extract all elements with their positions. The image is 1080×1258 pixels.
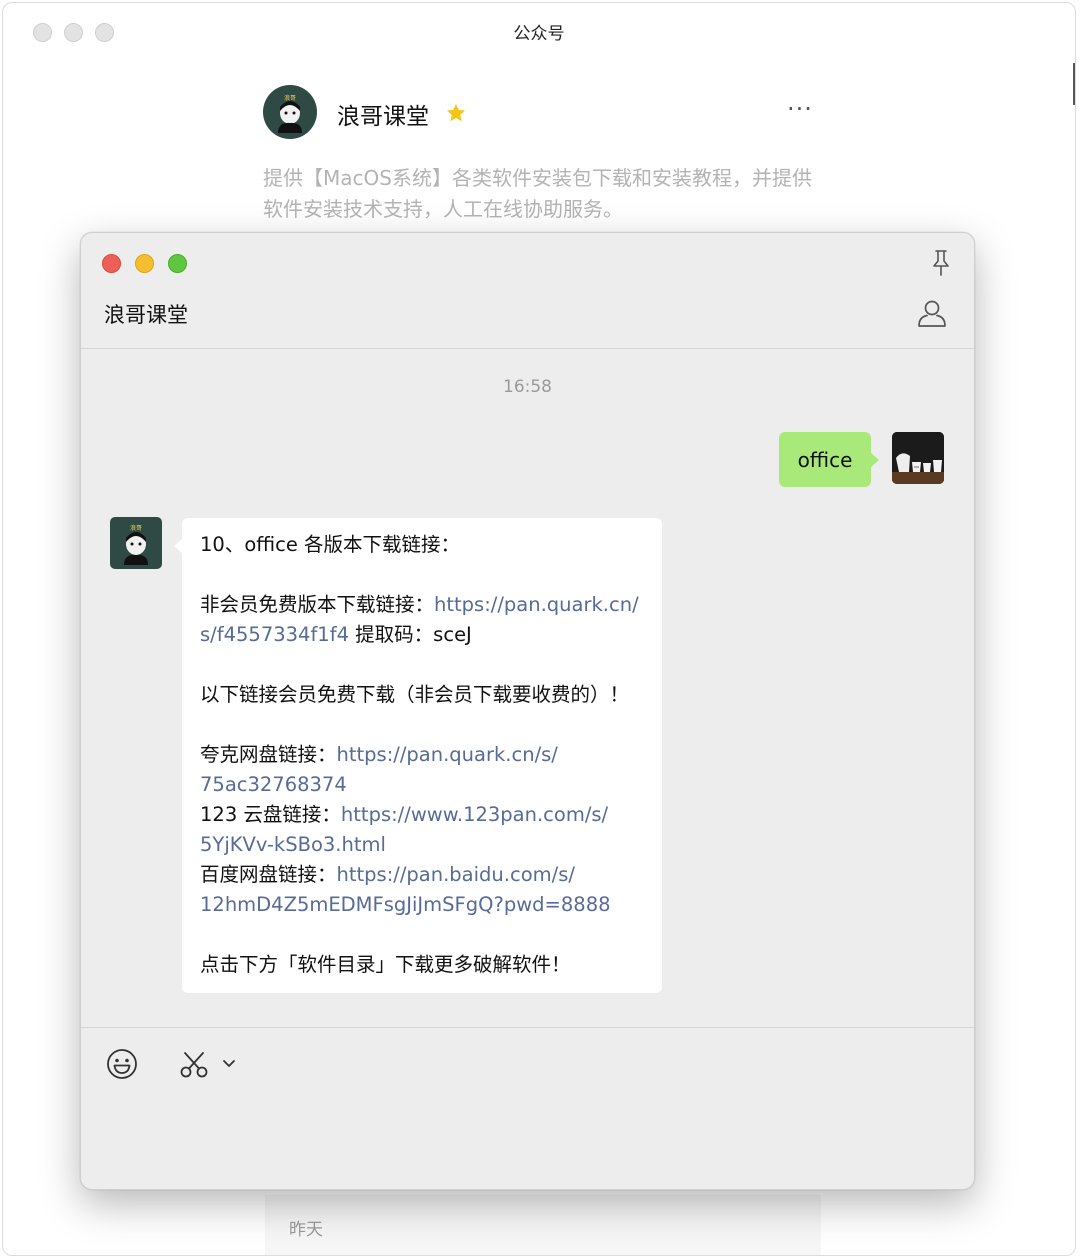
baidu-line-2: 12hmD4Z5mEDMFsgJiJmSFgQ?pwd=8888	[200, 890, 644, 920]
zoom-button[interactable]	[168, 254, 187, 273]
account-description: 提供【MacOS系统】各类软件安装包下载和安装教程，并提供软件安装技术支持，人工…	[263, 166, 812, 221]
message-footer: 点击下方「软件目录」下载更多破解软件！	[200, 953, 571, 976]
pan123-label: 123 云盘链接：	[200, 803, 341, 826]
baidu-link-cont[interactable]: 12hmD4Z5mEDMFsgJiJmSFgQ?pwd=8888	[200, 893, 611, 916]
quark-line: 夸克网盘链接：https://pan.quark.cn/s/	[200, 740, 644, 770]
pan123-line: 123 云盘链接：https://www.123pan.com/s/	[200, 800, 644, 830]
pan123-link[interactable]: https://www.123pan.com/s/	[341, 803, 608, 826]
chat-title: 浪哥课堂	[104, 303, 188, 327]
quark-link-cont[interactable]: 75ac32768374	[200, 773, 347, 796]
received-message-bubble[interactable]: 10、office 各版本下载链接： 非会员免费版本下载链接：https://p…	[174, 518, 662, 993]
window-title: 公众号	[513, 24, 565, 44]
svg-text:浪哥: 浪哥	[284, 94, 296, 102]
free-download-line-2: s/f4557334f1f4 提取码：sceJ	[200, 620, 644, 650]
pan123-link-cont[interactable]: 5YjKVv-kSBo3.html	[200, 833, 386, 856]
message-heading: 10、office 各版本下载链接：	[200, 533, 461, 556]
chat-window: 浪哥课堂 16:58 office 浪哥 10、office 各版本下载链接：	[80, 232, 975, 1190]
header-divider	[81, 348, 974, 349]
tea-set-photo	[892, 432, 944, 484]
free-download-label: 非会员免费版本下载链接：	[200, 593, 435, 616]
sender-avatar[interactable]: 浪哥	[110, 517, 162, 569]
account-avatar[interactable]: 浪哥	[263, 85, 317, 139]
extraction-code: 提取码：sceJ	[348, 623, 472, 646]
close-button[interactable]	[102, 254, 121, 273]
svg-text:浪哥: 浪哥	[130, 524, 142, 532]
chevron-down-icon[interactable]	[222, 1059, 236, 1069]
my-avatar[interactable]	[892, 432, 944, 484]
person-icon[interactable]	[916, 297, 948, 329]
baidu-label: 百度网盘链接：	[200, 863, 337, 886]
avatar-figure-icon: 浪哥	[278, 94, 302, 133]
sent-message-bubble[interactable]: office	[779, 432, 879, 487]
free-download-link-cont[interactable]: s/f4557334f1f4	[200, 623, 349, 646]
quark-link[interactable]: https://pan.quark.cn/s/	[337, 743, 558, 766]
account-name: 浪哥课堂	[337, 104, 429, 130]
history-date-label: 昨天	[289, 1220, 323, 1240]
pan123-line-2: 5YjKVv-kSBo3.html	[200, 830, 644, 860]
member-note: 以下链接会员免费下载（非会员下载要收费的）！	[200, 683, 630, 706]
free-download-link[interactable]: https://pan.quark.cn/	[434, 593, 639, 616]
minimize-button[interactable]	[135, 254, 154, 273]
pin-icon[interactable]	[930, 249, 952, 277]
message-timestamp: 16:58	[503, 377, 552, 397]
baidu-line: 百度网盘链接：https://pan.baidu.com/s/	[200, 860, 644, 890]
emoji-icon[interactable]	[106, 1048, 138, 1080]
quark-label: 夸克网盘链接：	[200, 743, 337, 766]
window-controls	[102, 254, 187, 273]
avatar-figure-icon: 浪哥	[124, 524, 148, 565]
history-section: 昨天	[265, 1195, 821, 1255]
scrollbar[interactable]	[1073, 63, 1075, 105]
more-icon[interactable]: ···	[787, 95, 813, 123]
baidu-link[interactable]: https://pan.baidu.com/s/	[337, 863, 575, 886]
input-divider	[81, 1027, 974, 1028]
star-icon	[446, 103, 466, 122]
scissors-icon[interactable]	[179, 1051, 209, 1079]
quark-line-2: 75ac32768374	[200, 770, 644, 800]
free-download-line: 非会员免费版本下载链接：https://pan.quark.cn/	[200, 590, 644, 620]
